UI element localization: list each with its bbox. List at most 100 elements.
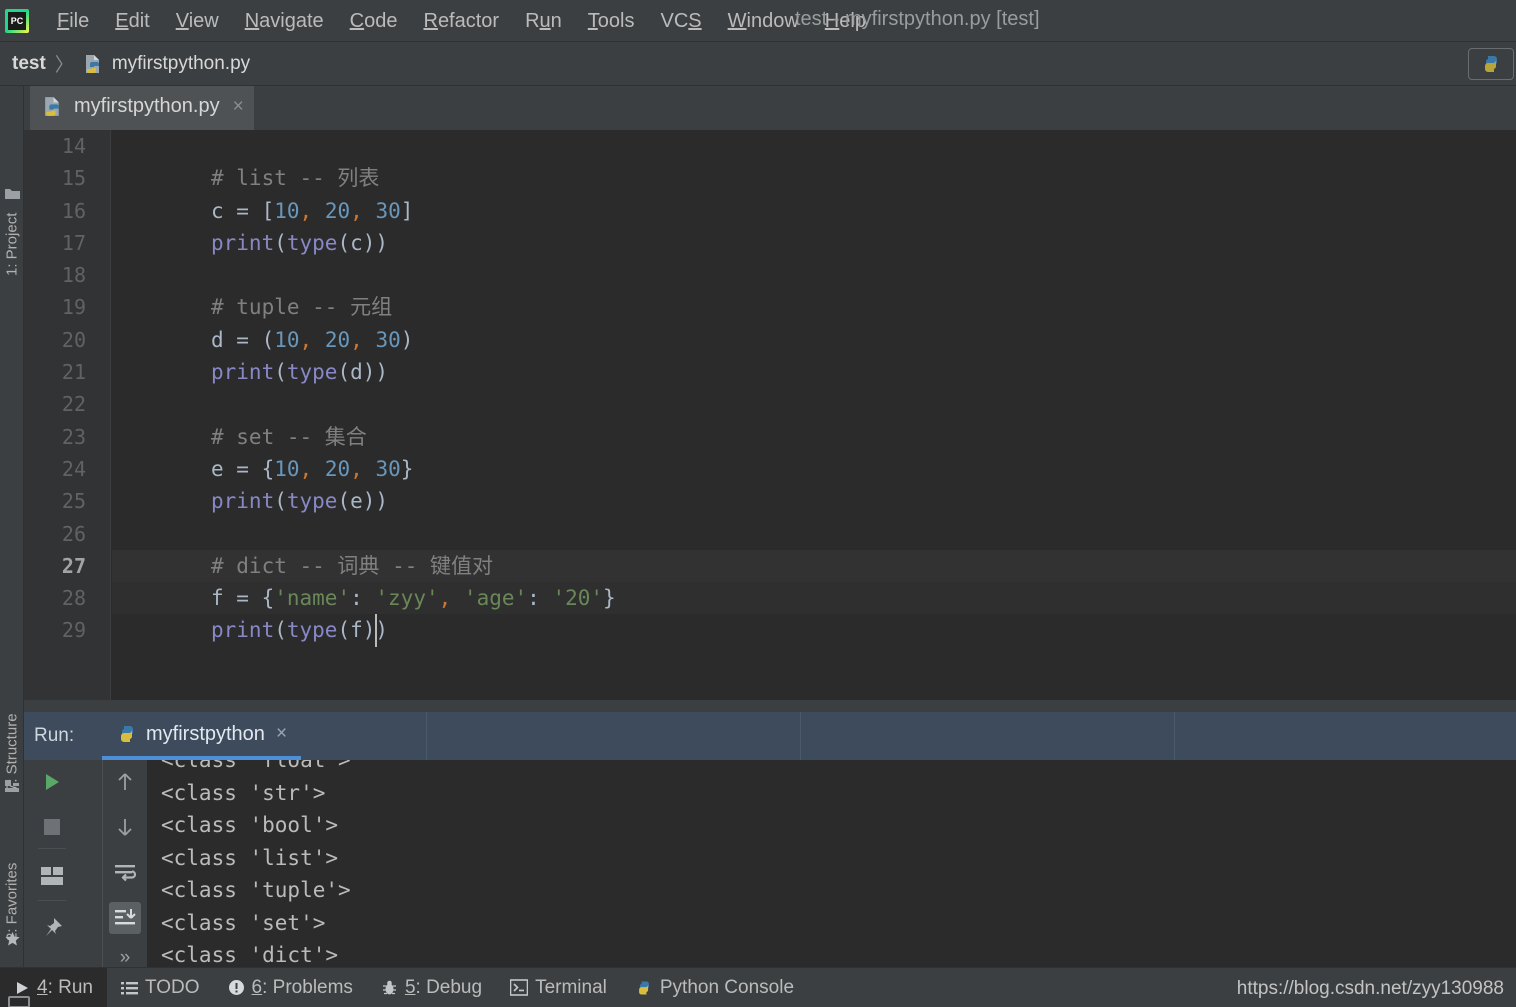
structure-icon[interactable] bbox=[4, 779, 21, 796]
code-line[interactable]: 26 bbox=[62, 518, 1516, 550]
code-line[interactable]: 19 # tuple -- 元组 bbox=[62, 291, 1516, 323]
bug-icon bbox=[381, 979, 398, 996]
watermark-url: https://blog.csdn.net/zyy130988 bbox=[1236, 978, 1504, 999]
code-line[interactable]: 20 d = (10, 20, 30) bbox=[62, 324, 1516, 356]
arrow-down-icon bbox=[118, 819, 132, 836]
menu-item-navigate[interactable]: Navigate bbox=[232, 6, 337, 36]
menu-item-tools[interactable]: Tools bbox=[575, 6, 648, 36]
pin-icon bbox=[46, 918, 62, 936]
code-line[interactable]: 25 print(type(e)) bbox=[62, 485, 1516, 517]
code-line[interactable]: 16 c = [10, 20, 30] bbox=[62, 195, 1516, 227]
play-icon bbox=[46, 774, 59, 790]
console-line: <class 'tuple'> bbox=[161, 878, 351, 902]
code-text: print(type(d)) bbox=[211, 360, 389, 385]
soft-wrap-icon bbox=[115, 865, 137, 882]
close-icon[interactable]: × bbox=[276, 723, 287, 745]
soft-wrap-button[interactable] bbox=[109, 857, 141, 889]
code-text: e = {10, 20, 30} bbox=[211, 456, 414, 481]
status-item-label: Python Console bbox=[659, 976, 795, 998]
code-text: # dict -- 词典 -- 键值对 bbox=[211, 553, 494, 578]
code-text: c = [10, 20, 30] bbox=[211, 198, 414, 223]
editor-tab-label: myfirstpython.py bbox=[74, 95, 220, 117]
console-line: <class 'float'> bbox=[161, 760, 351, 772]
layout-button[interactable] bbox=[36, 860, 68, 892]
line-number: 23 bbox=[61, 424, 86, 449]
editor-code-area[interactable]: 14 15 # list -- 列表 16 c = [10, 20, 30] 17 prin… bbox=[62, 130, 1516, 700]
menu-bar: PC File Edit View Navigate Code Refactor Run To… bbox=[0, 0, 1516, 42]
line-number: 16 bbox=[61, 198, 86, 223]
status-item-6-problems[interactable]: 6: Problems bbox=[214, 968, 367, 1007]
line-number: 22 bbox=[61, 392, 86, 417]
menu-item-file[interactable]: File bbox=[44, 6, 102, 36]
line-number: 17 bbox=[61, 230, 86, 255]
console-line: <class 'list'> bbox=[161, 845, 339, 870]
code-line[interactable]: 15 # list -- 列表 bbox=[62, 162, 1516, 194]
status-item-label: 6: Problems bbox=[251, 976, 353, 998]
line-number: 19 bbox=[61, 295, 86, 320]
text-caret bbox=[375, 614, 378, 647]
editor-tab-myfirstpython[interactable]: myfirstpython.py × bbox=[30, 86, 254, 130]
up-button[interactable] bbox=[109, 766, 141, 798]
code-line[interactable]: 21 print(type(d)) bbox=[62, 356, 1516, 388]
menu-item-run[interactable]: Run bbox=[512, 6, 575, 36]
menu-item-refactor[interactable]: Refactor bbox=[410, 6, 512, 36]
status-item-terminal[interactable]: Terminal bbox=[496, 968, 621, 1007]
menu-item-view[interactable]: View bbox=[163, 6, 232, 36]
code-text: print(type(c)) bbox=[211, 230, 389, 255]
status-item-label: Terminal bbox=[535, 976, 607, 998]
status-item-python-console[interactable]: Python Console bbox=[621, 968, 808, 1007]
code-text: print(type(f)) bbox=[211, 618, 389, 643]
menu-item-code[interactable]: Code bbox=[337, 6, 411, 36]
code-line[interactable]: 22 bbox=[62, 388, 1516, 420]
play-small-icon bbox=[14, 980, 30, 996]
code-line[interactable]: 29 print(type(f)) bbox=[62, 614, 1516, 647]
rerun-button[interactable] bbox=[36, 766, 68, 798]
status-item-todo[interactable]: TODO bbox=[107, 968, 214, 1007]
status-item-5-debug[interactable]: 5: Debug bbox=[367, 968, 496, 1007]
down-button[interactable] bbox=[109, 811, 141, 843]
code-text: print(type(e)) bbox=[211, 489, 389, 514]
code-line[interactable]: 14 bbox=[62, 130, 1516, 162]
code-line[interactable]: 27 # dict -- 词典 -- 键值对 bbox=[62, 549, 1516, 583]
sidebar-item-structure[interactable]: 7: Structure bbox=[0, 681, 24, 791]
terminal-icon bbox=[510, 979, 529, 996]
code-text: # set -- 集合 bbox=[211, 424, 367, 449]
pin-button[interactable] bbox=[36, 912, 68, 944]
run-label: Run: bbox=[34, 725, 75, 746]
code-line[interactable]: 23 # set -- 集合 bbox=[62, 421, 1516, 453]
python-file-icon bbox=[42, 95, 65, 118]
todo-icon bbox=[121, 980, 138, 996]
close-icon[interactable]: × bbox=[233, 96, 244, 118]
run-toolbar-secondary: » bbox=[102, 760, 147, 968]
line-number: 28 bbox=[61, 586, 86, 611]
run-console-output[interactable]: <class 'float'> <class 'str'> <class 'bool… bbox=[147, 760, 1516, 967]
menu-item-vcs[interactable]: VCS bbox=[648, 6, 715, 36]
scroll-to-end-button[interactable] bbox=[109, 902, 141, 934]
stop-icon bbox=[44, 819, 60, 835]
code-line[interactable]: 28 f = {'name': 'zyy', 'age': '20'} bbox=[62, 582, 1516, 615]
code-line[interactable]: 18 bbox=[62, 259, 1516, 291]
window-title: test - myfirstpython.py [test] bbox=[795, 8, 1040, 30]
code-editor[interactable]: 14 15 # list -- 列表 16 c = [10, 20, 30] 17 prin… bbox=[24, 130, 1516, 700]
left-tool-strip: 1: Project 7: Structure 2: Favorites bbox=[0, 86, 24, 1007]
line-number: 25 bbox=[61, 489, 86, 514]
python-icon bbox=[116, 723, 138, 745]
run-configuration-selector[interactable] bbox=[1468, 48, 1514, 80]
stop-button[interactable] bbox=[36, 811, 68, 843]
run-tab-myfirstpython[interactable]: myfirstpython × bbox=[102, 712, 302, 760]
sidebar-item-favorites[interactable]: 2: Favorites bbox=[0, 826, 24, 941]
folder-icon[interactable] bbox=[4, 186, 21, 203]
breadcrumb-project[interactable]: test bbox=[12, 53, 46, 75]
python-icon bbox=[635, 979, 653, 997]
line-number: 21 bbox=[61, 360, 86, 385]
code-line[interactable]: 17 print(type(c)) bbox=[62, 227, 1516, 259]
code-text: # list -- 列表 bbox=[211, 166, 380, 191]
status-item-label: 4: Run bbox=[37, 976, 93, 998]
star-icon[interactable] bbox=[4, 931, 21, 948]
breadcrumb-file[interactable]: myfirstpython.py bbox=[83, 53, 250, 75]
menu-item-edit[interactable]: Edit bbox=[102, 6, 162, 36]
code-text: f = {'name': 'zyy', 'age': '20'} bbox=[211, 586, 616, 611]
run-toolbar-primary bbox=[24, 760, 102, 967]
code-line[interactable]: 24 e = {10, 20, 30} bbox=[62, 453, 1516, 485]
svg-text:PC: PC bbox=[11, 16, 24, 26]
